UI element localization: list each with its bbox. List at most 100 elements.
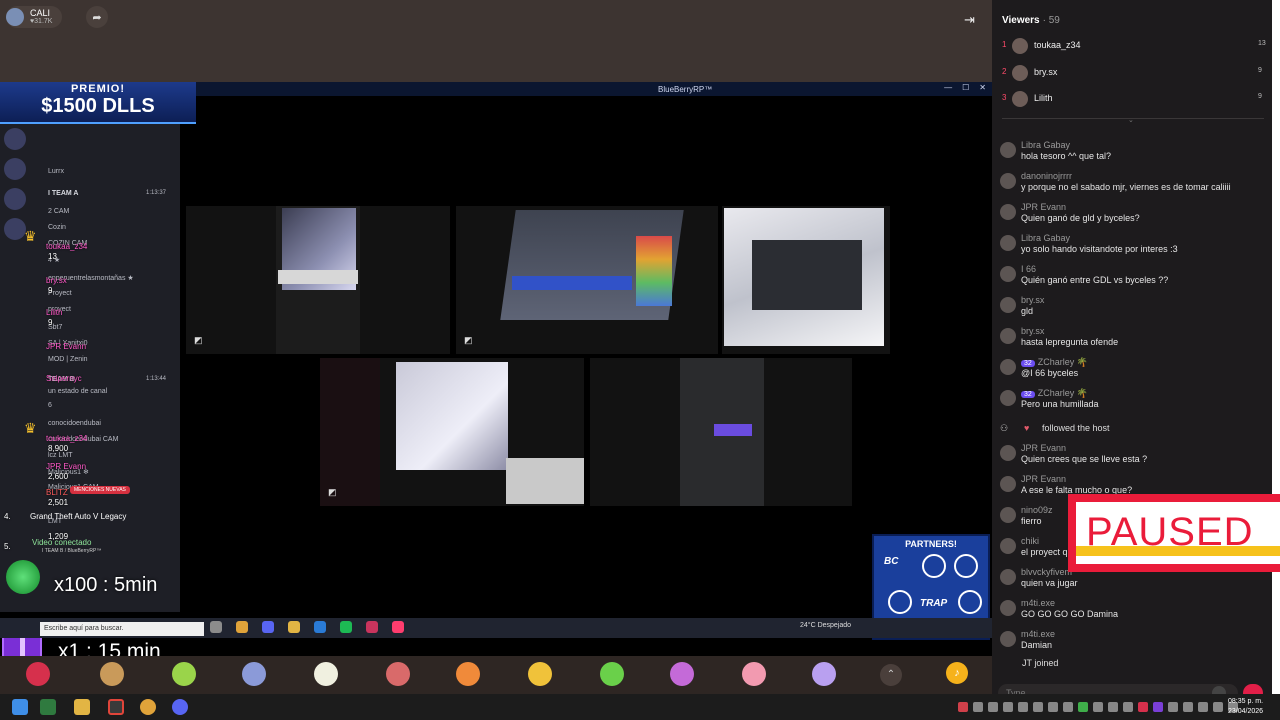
tray-icon[interactable] <box>1168 702 1178 712</box>
tray-icon[interactable] <box>1078 702 1088 712</box>
chat-avatar[interactable] <box>1000 142 1016 158</box>
voice-member[interactable]: Lurrx <box>48 168 64 175</box>
tray-icon[interactable] <box>1048 702 1058 712</box>
voice-channel[interactable]: I TEAM A <box>48 190 78 197</box>
chat-avatar[interactable] <box>1000 359 1016 375</box>
chevron-up-icon[interactable]: ⌃ <box>880 664 902 686</box>
voice-member[interactable]: 2 CAM <box>48 208 69 215</box>
folder-icon[interactable] <box>74 699 90 715</box>
viewer-name[interactable]: toukaa_z34 <box>1034 40 1081 50</box>
tray-icon[interactable] <box>1198 702 1208 712</box>
chat-username[interactable]: m4ti.exe <box>1021 598 1055 608</box>
viewer-name[interactable]: Lilith <box>1034 93 1053 103</box>
gift-icon[interactable] <box>100 662 124 686</box>
chat-username[interactable]: danoninojrrrr <box>1021 171 1072 181</box>
screen-share-tile[interactable]: ◩ <box>320 358 584 506</box>
chat-username[interactable]: blvvckyfivem <box>1021 567 1072 577</box>
tray-icon[interactable] <box>1183 702 1193 712</box>
screen-share-tile[interactable] <box>722 206 890 354</box>
app-icon[interactable] <box>108 699 124 715</box>
chat-username[interactable]: chiki <box>1021 536 1039 546</box>
chat-username[interactable]: Libra Gabay <box>1021 140 1070 150</box>
gift-icon[interactable] <box>600 662 624 686</box>
chat-username[interactable]: I 66 <box>1021 264 1036 274</box>
chat-message[interactable]: danoninojrrrr y porque no el sabado mjr, … <box>1000 171 1266 201</box>
tray-icon[interactable] <box>1123 702 1133 712</box>
screen-share-tile[interactable]: ◩ <box>186 206 450 354</box>
tray-icon[interactable] <box>1138 702 1148 712</box>
gift-icon[interactable] <box>456 662 480 686</box>
gift-icon[interactable] <box>670 662 694 686</box>
gift-icon[interactable] <box>386 662 410 686</box>
start-icon[interactable] <box>12 699 28 715</box>
system-clock[interactable]: 08:35 p. m. 23/04/2026 <box>1228 697 1263 717</box>
viewer-avatar[interactable] <box>1012 91 1028 107</box>
discord-icon[interactable] <box>172 699 188 715</box>
voice-member[interactable]: conocidoendubai <box>48 420 101 427</box>
chat-message[interactable]: JPR Evann Quien ganó de gld y byceles? <box>1000 202 1266 232</box>
viewers-header[interactable]: Viewers · 59 <box>1002 15 1060 26</box>
chat-username[interactable]: bry.sx <box>1021 326 1044 336</box>
voice-member[interactable]: 6 <box>48 402 52 409</box>
chrome-icon[interactable] <box>140 699 156 715</box>
tray-icon[interactable] <box>1108 702 1118 712</box>
chat-avatar[interactable] <box>1000 266 1016 282</box>
streamer-chip[interactable]: CALI ♥31.7K <box>6 6 63 28</box>
chat-avatar[interactable] <box>1000 476 1016 492</box>
tray-icon[interactable] <box>1093 702 1103 712</box>
chat-avatar[interactable] <box>1000 235 1016 251</box>
chat-username[interactable]: nino09z <box>1021 505 1053 515</box>
tray-icon[interactable] <box>988 702 998 712</box>
gift-rose-icon[interactable] <box>26 662 50 686</box>
chat-username[interactable]: 32 ZCharley 🌴 <box>1021 388 1088 399</box>
tray-icon[interactable] <box>1033 702 1043 712</box>
gift-gg-icon[interactable] <box>172 662 196 686</box>
chat-avatar[interactable] <box>1000 297 1016 313</box>
tray-icon[interactable] <box>1003 702 1013 712</box>
chat-username[interactable]: 32 ZCharley 🌴 <box>1021 357 1088 368</box>
chat-username[interactable]: JPR Evann <box>1021 474 1066 484</box>
chat-avatar[interactable] <box>1000 390 1016 406</box>
chat-username[interactable]: JPR Evann <box>1021 202 1066 212</box>
tray-icon[interactable] <box>1018 702 1028 712</box>
chat-avatar[interactable] <box>1000 507 1016 523</box>
app-icon[interactable] <box>40 699 56 715</box>
voice-member[interactable]: MOD | Zenin <box>48 356 88 363</box>
chat-message[interactable]: m4ti.exe GO GO GO GO Damina <box>1000 598 1266 628</box>
gift-icon[interactable] <box>528 662 552 686</box>
screen-share-tile[interactable] <box>590 358 852 506</box>
chat-avatar[interactable] <box>1000 204 1016 220</box>
gift-icon[interactable] <box>314 662 338 686</box>
gift-icon[interactable] <box>812 662 836 686</box>
voice-member[interactable]: Cozin <box>48 224 66 231</box>
viewer-avatar[interactable] <box>1012 38 1028 54</box>
chat-avatar[interactable] <box>1000 631 1016 647</box>
gift-icon[interactable] <box>742 662 766 686</box>
voice-member[interactable]: lcz LMT <box>48 452 73 459</box>
tray-icon[interactable] <box>1153 702 1163 712</box>
coin-icon[interactable]: ♪ <box>946 662 968 684</box>
chat-avatar[interactable] <box>1000 445 1016 461</box>
tray-icon[interactable] <box>973 702 983 712</box>
chat-message[interactable]: I 66 Quién ganó entre GDL vs byceles ?? <box>1000 264 1266 294</box>
viewer-name[interactable]: bry.sx <box>1034 67 1057 77</box>
voice-member[interactable]: un estado de canal <box>48 388 107 395</box>
tray-icon[interactable] <box>958 702 968 712</box>
screen-share-tile[interactable]: ◩ <box>456 206 718 354</box>
chevron-down-icon[interactable]: ⌄ <box>1128 116 1134 124</box>
chat-avatar[interactable] <box>1000 538 1016 554</box>
tray-icon[interactable] <box>1213 702 1223 712</box>
chat-username[interactable]: m4ti.exe <box>1021 629 1055 639</box>
chat-message[interactable]: 32 ZCharley 🌴 Pero una humillada <box>1000 388 1266 418</box>
viewer-avatar[interactable] <box>1012 65 1028 81</box>
chat-avatar[interactable] <box>1000 173 1016 189</box>
collapse-panel-icon[interactable]: ⇥ <box>964 12 975 28</box>
chat-message[interactable]: JPR Evann Quien crees que se lleve esta ? <box>1000 443 1266 473</box>
share-icon[interactable]: ➦ <box>86 6 108 28</box>
tray-icon[interactable] <box>1063 702 1073 712</box>
stream-video[interactable]: BlueBerryRP™ — ☐ ✕ PREMIO! $1500 DLLS Lu… <box>0 82 992 694</box>
chat-avatar[interactable] <box>1000 328 1016 344</box>
chat-message[interactable]: bry.sx gld <box>1000 295 1266 325</box>
chat-avatar[interactable] <box>1000 600 1016 616</box>
chat-message[interactable]: Libra Gabay hola tesoro ^^ que tal? <box>1000 140 1266 170</box>
